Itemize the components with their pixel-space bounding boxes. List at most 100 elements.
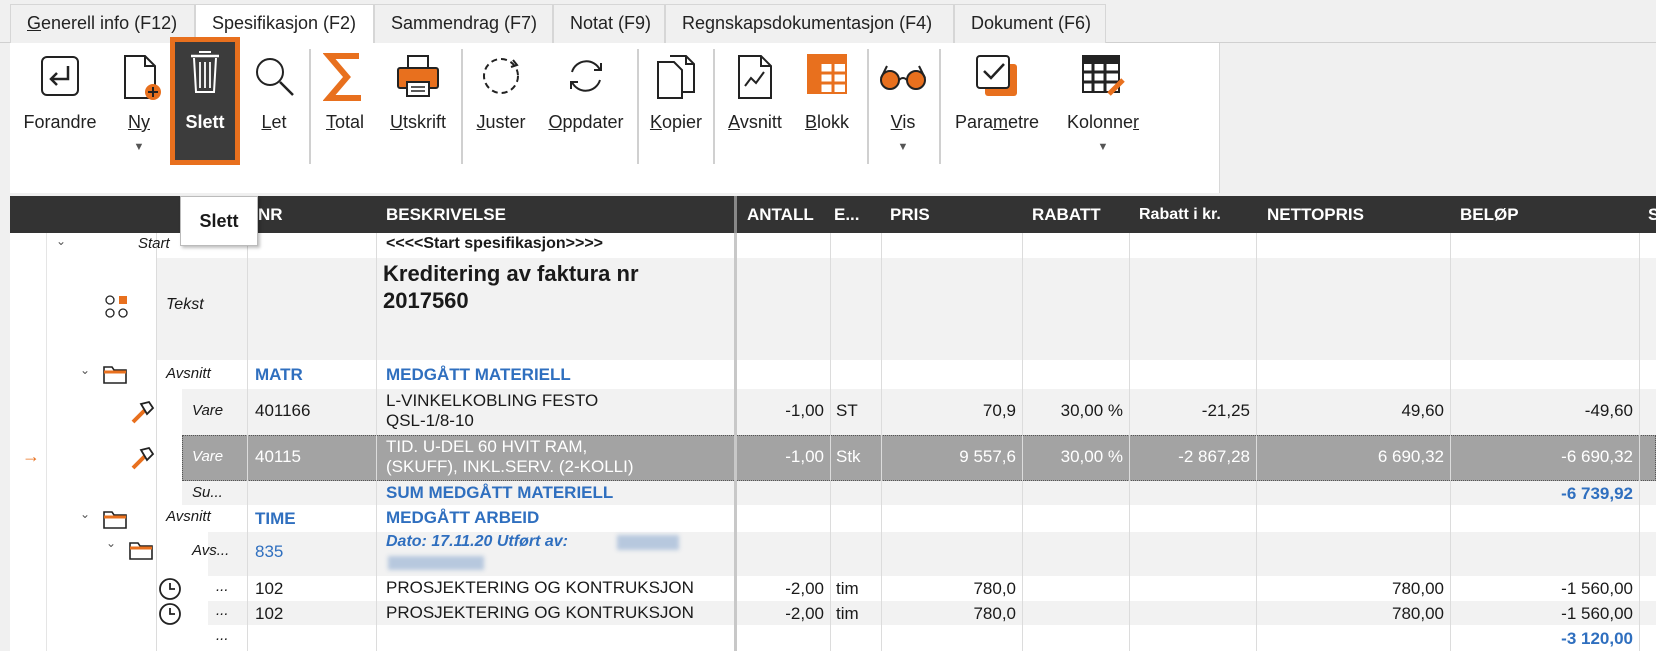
checkbox-settings-icon — [973, 52, 1021, 105]
row-description: PROSJEKTERING OG KONTRUKSJON — [386, 578, 694, 597]
column-header-pris[interactable]: PRIS — [890, 196, 930, 233]
column-header-rabatt-kr[interactable]: Rabatt i kr. — [1139, 196, 1221, 233]
ribbon-separator — [713, 49, 715, 164]
row-belop: -1 560,00 — [1561, 604, 1633, 623]
juster-label: uster — [485, 112, 526, 132]
oppdater-label: O — [548, 112, 563, 132]
row-nr: 40115 — [255, 447, 302, 466]
utskrift-label: tskrift — [403, 112, 446, 132]
column-splitter[interactable] — [734, 196, 737, 233]
refresh-icon — [562, 52, 610, 105]
column-header-beskrivelse[interactable]: BESKRIVELSE — [386, 196, 506, 233]
total-label: otal — [334, 112, 365, 132]
row-type: Tekst — [166, 296, 204, 313]
row-description: 2017560 — [383, 288, 469, 313]
total-label: T — [325, 112, 335, 132]
tab-dokument[interactable]: Dokument (F6) — [954, 4, 1106, 43]
row-nr: 102 — [255, 604, 284, 623]
trash-icon — [185, 46, 225, 101]
column-header-nettopris[interactable]: NETTOPRIS — [1267, 196, 1364, 233]
row-description: MEDGÅTT ARBEID — [386, 508, 540, 527]
chevron-down-icon[interactable]: ⌄ — [106, 536, 116, 550]
forandre-button[interactable]: Forandre — [12, 43, 108, 193]
tab-sammendrag[interactable]: Sammendrag (F7) — [374, 4, 553, 43]
copy-icon — [652, 52, 700, 107]
row-pris: 780,0 — [973, 579, 1016, 598]
ribbon-separator — [637, 49, 639, 164]
kolonner-button[interactable]: Kolonner ▼ — [1054, 43, 1152, 193]
tab-bar: Generell info (F12) Spesifikasjon (F2) S… — [0, 0, 1656, 44]
row-belop: -49,60 — [1584, 401, 1633, 420]
table-row-time[interactable]: ... 102 PROSJEKTERING OG KONTRUKSJON -2,… — [10, 576, 1656, 601]
chevron-down-icon[interactable]: ⌄ — [80, 507, 90, 521]
chevron-down-icon: ▼ — [897, 141, 909, 153]
avsnitt-label: A — [728, 112, 740, 132]
table-row-sum[interactable]: ... -3 120,00 — [10, 625, 1656, 651]
specification-grid: NR BESKRIVELSE ANTALL E... PRIS RABATT R… — [10, 196, 1656, 651]
row-description: (SKUFF), INKL.SERV. (2-KOLLI) — [386, 457, 634, 476]
kopier-label: K — [649, 112, 662, 132]
row-enhet: tim — [836, 579, 859, 598]
slett-button[interactable]: Slett — [170, 37, 240, 165]
utskrift-button[interactable]: Utskrift — [378, 43, 458, 193]
printer-icon — [394, 52, 442, 105]
row-nr: MATR — [255, 365, 303, 384]
let-button[interactable]: Let — [243, 43, 305, 193]
row-type: ... — [216, 578, 229, 595]
table-row-sum[interactable]: Su... SUM MEDGÅTT MATERIELL -6 739,92 — [10, 481, 1656, 505]
column-header-rabatt[interactable]: RABATT — [1032, 196, 1101, 233]
avsnitt-button[interactable]: Avsnitt — [718, 43, 792, 193]
hammer-icon — [129, 445, 155, 476]
ny-button[interactable]: Ny ▼ — [110, 43, 168, 193]
vis-label: is — [902, 112, 916, 132]
tab-label: Regnskapsdokumentasjon (F4) — [682, 13, 933, 33]
chevron-down-icon[interactable]: ⌄ — [56, 234, 66, 248]
column-header-nr[interactable]: NR — [258, 196, 283, 233]
column-header-belop[interactable]: BELØP — [1460, 196, 1519, 233]
row-pris: 780,0 — [973, 604, 1016, 623]
oppdater-button[interactable]: Oppdater — [538, 43, 634, 193]
table-row-avsnitt-sub[interactable]: ⌄ Avs... 835 Dato: 17.11.20 Utført av: — [10, 532, 1656, 576]
adjust-cycle-icon — [477, 52, 525, 105]
edit-enter-icon — [36, 52, 84, 105]
ribbon-separator — [939, 49, 941, 164]
table-row-avsnitt[interactable]: ⌄ Avsnitt TIME MEDGÅTT ARBEID — [10, 505, 1656, 532]
blokk-button[interactable]: Blokk — [794, 43, 860, 193]
row-belop: -3 120,00 — [1561, 629, 1633, 648]
ribbon-separator — [309, 49, 311, 164]
kolonner-label: r — [1133, 112, 1140, 132]
row-type: ... — [216, 602, 229, 619]
vis-button[interactable]: Vis ▼ — [872, 43, 934, 193]
sigma-icon — [322, 52, 367, 107]
chevron-down-icon[interactable]: ⌄ — [80, 363, 90, 377]
table-row-time[interactable]: ... 102 PROSJEKTERING OG KONTRUKSJON -2,… — [10, 601, 1656, 625]
parametre-button[interactable]: Parametre — [944, 43, 1050, 193]
row-enhet: ST — [836, 401, 858, 420]
row-type: ... — [216, 627, 229, 644]
tab-notat[interactable]: Notat (F9) — [553, 4, 665, 43]
table-row-tekst[interactable]: Tekst Kreditering av faktura nr 2017560 — [10, 258, 1656, 360]
ribbon-separator — [867, 49, 869, 164]
row-nettopris: 6 690,32 — [1377, 447, 1444, 466]
total-button[interactable]: Total — [314, 43, 376, 193]
tab-label: Sammendrag (F7) — [391, 13, 538, 33]
table-row-vare-selected[interactable]: → Vare 40115 TID. U-DEL 60 HVIT RAM, (SK… — [10, 435, 1656, 481]
column-header-enhet[interactable]: E... — [834, 196, 860, 233]
row-pris: 70,9 — [982, 401, 1016, 420]
table-row-avsnitt[interactable]: ⌄ Avsnitt MATR MEDGÅTT MATERIELL — [10, 360, 1656, 389]
slett-label: Slett — [185, 112, 225, 132]
column-header-extra[interactable]: S — [1648, 196, 1656, 233]
table-row-vare[interactable]: Vare 401166 L-VINKELKOBLING FESTO QSL-1/… — [10, 389, 1656, 435]
tab-label: Dokument (F6) — [971, 13, 1092, 33]
tab-regnskapsdokumentasjon[interactable]: Regnskapsdokumentasjon (F4) — [665, 4, 954, 43]
row-rabatt-kr: -2 867,28 — [1178, 447, 1250, 466]
columns-grid-icon — [1079, 52, 1127, 105]
tab-generell-info[interactable]: Generell info (F12) — [10, 4, 195, 43]
kopier-button[interactable]: Kopier — [642, 43, 710, 193]
juster-button[interactable]: Juster — [466, 43, 536, 193]
row-enhet: Stk — [836, 447, 861, 466]
blokk-label: B — [804, 112, 817, 132]
row-type: Avs... — [192, 542, 230, 559]
column-header-antall[interactable]: ANTALL — [747, 196, 814, 233]
row-antall: -1,00 — [785, 447, 824, 466]
